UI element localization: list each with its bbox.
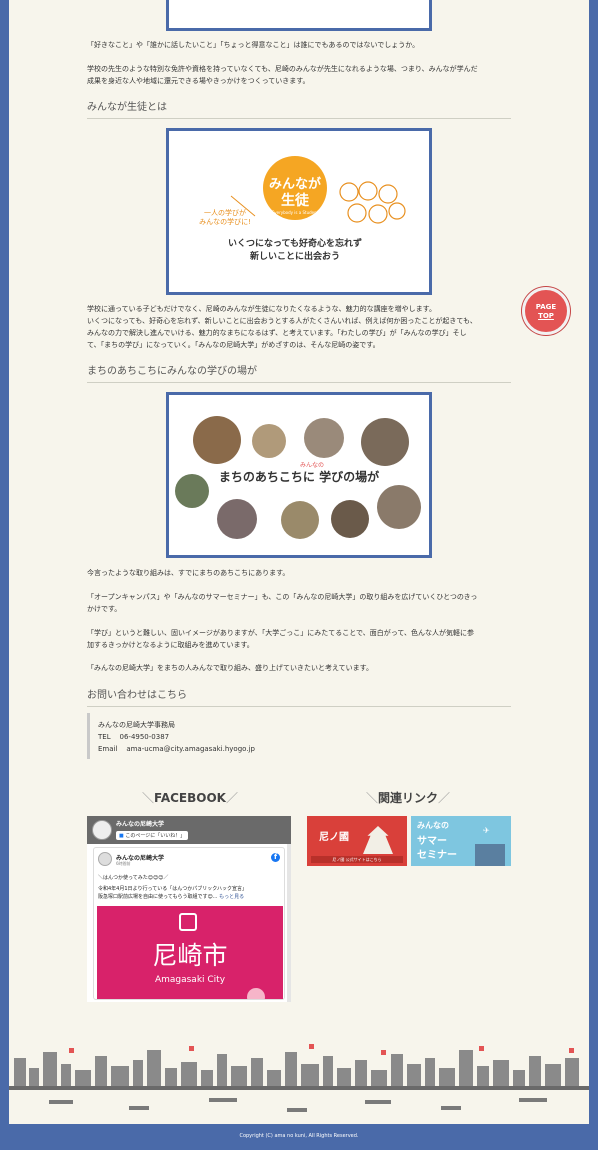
slash-left-icon-2: ＼: [365, 791, 378, 805]
badge-line1: みんなが: [269, 176, 321, 192]
fb-scrollbar[interactable]: [287, 844, 291, 1002]
facebook-title-text: FACEBOOK: [154, 791, 226, 805]
slash-right-icon-2: ／: [438, 791, 451, 805]
town-text-1: 今言ったような取り組みは、すでにまちのあちこちにあります。: [87, 569, 290, 577]
contact-tel-label: TEL: [98, 733, 111, 741]
fb-page-name[interactable]: みんなの尼崎大学: [116, 819, 164, 828]
amanokuni-sub: 尼ノ國 公式サイトはこちら: [311, 856, 403, 863]
students-figure: みんなが 生徒 Everybody is a Student 一人の学びが みん…: [166, 128, 432, 295]
fb-post-time: 6時間前: [116, 861, 131, 866]
intro-text-1: 「好きなこと」や「誰かに話したいこと」「ちょっと得意なこと」は誰にでもあるのでは…: [87, 41, 420, 49]
contact-tel-row: TEL 06-4950-0387: [98, 731, 511, 743]
building-icon: [475, 844, 505, 866]
town-skyline-illustration: [9, 1044, 589, 1124]
fb-post-line3: 阪急塚口駅前広場を自由に使ってもらう取組です😊...: [98, 894, 218, 900]
fb-like-label: このページに「いいね！」: [125, 833, 186, 839]
side-text-2: みんなの学びに!: [199, 217, 251, 226]
town-text-2b: かけです。: [87, 605, 122, 613]
summer-seminar-banner[interactable]: みんなの サマー セミナー ✈: [411, 816, 511, 866]
slash-left-icon: ＼: [142, 791, 155, 805]
page-top-l1: PAGE: [535, 303, 557, 311]
fb-like-button[interactable]: ■ このページに「いいね！」: [116, 831, 189, 840]
fb-more-link[interactable]: もっと見る: [219, 894, 244, 900]
fb-post-line1: ＼はんつか使ってみた😊😊😊／: [98, 875, 169, 881]
copyright-text: Copyright (C) ama no kuni, All Rights Re…: [239, 1133, 359, 1139]
students-text-2: いくつになっても、好奇心を忘れず、新しいことに出会おうとする人がたくさんいれば、…: [87, 317, 477, 325]
city-emblem-icon: [179, 913, 197, 931]
section-heading-contact: お問い合わせはこちら: [87, 686, 511, 707]
students-text-4: て、「まちの学び」になっていく。「みんなの尼崎大学」がめざすのは、そんな尼崎の姿…: [87, 341, 380, 349]
fb-city-en: Amagasaki City: [154, 975, 226, 985]
fb-page-logo: [92, 820, 112, 840]
town-illustration: みんなの まちのあちこちに 学びの場が: [175, 416, 421, 539]
links-title: ＼関連リンク／: [358, 789, 458, 806]
fb-like-icon: ■: [119, 833, 124, 839]
fb-post: みんなの尼崎大学 6時間前 f ＼はんつか使ってみた😊😊😊／ 令和4年4月1日よ…: [93, 847, 285, 1000]
town-title-small: みんなの: [300, 462, 324, 469]
contact-email-link[interactable]: ama-ucma@city.amagasaki.hyogo.jp: [126, 745, 255, 753]
town-title: まちのあちこちに 学びの場が: [219, 469, 379, 484]
plane-icon: ✈: [483, 826, 490, 835]
castle-icon: [363, 826, 393, 854]
badge-sub: Everybody is a Student: [272, 210, 319, 215]
fb-post-avatar: [98, 852, 112, 866]
figure-caption-1: いくつになっても好奇心を忘れず: [228, 237, 362, 249]
side-text-1: 一人の学びが: [204, 208, 246, 217]
facebook-title: ＼FACEBOOK／: [140, 789, 240, 806]
fb-post-line2: 令和4年4月1日より行っている「はんつかパブリックハック宣言」: [98, 886, 247, 892]
contact-box: みんなの尼崎大学事務局 TEL 06-4950-0387 Email ama-u…: [87, 713, 511, 759]
section-heading-town: まちのあちこちにみんなの学びの場が: [87, 362, 511, 383]
facebook-widget[interactable]: みんなの尼崎大学 ■ このページに「いいね！」 みんなの尼崎大学 6時間前 f …: [87, 816, 291, 1002]
students-text-1: 学校に通っている子どもだけでなく、尼崎のみんなが生徒になりたくなるような、魅力的…: [87, 305, 436, 313]
town-text-3b: 加するきっかけとなるように取組みを進めています。: [87, 641, 254, 649]
badge-line2: 生徒: [281, 192, 310, 209]
town-text-4: 「みんなの尼崎大学」をまちの人みんなで取り組み、盛り上げていきたいと考えています…: [87, 664, 373, 672]
figure-caption-2: 新しいことに出会おう: [250, 250, 340, 262]
students-illustration: みんなが 生徒 Everybody is a Student 一人の学びが みん…: [199, 156, 406, 262]
contact-tel[interactable]: 06-4950-0387: [120, 733, 170, 741]
fb-post-image[interactable]: 尼崎市 Amagasaki City: [97, 906, 283, 999]
students-text-3: みんなの力で解決し進んでいける、魅力的なまちになるはず、と考えています。「わたし…: [87, 329, 467, 337]
seminar-line2: サマー: [417, 836, 447, 847]
intro-text-2a: 学校の先生のような特別な免許や資格を持っていなくても、尼崎のみんなが先生になれる…: [87, 65, 478, 73]
contact-email-row: Email ama-ucma@city.amagasaki.hyogo.jp: [98, 743, 511, 755]
fb-cover: みんなの尼崎大学 ■ このページに「いいね！」: [87, 816, 291, 844]
flower-icon: [247, 988, 265, 999]
fb-post-line3-row: 阪急塚口駅前広場を自由に使ってもらう取組です😊... もっと見る: [98, 893, 244, 900]
contact-org: みんなの尼崎大学事務局: [98, 721, 175, 729]
town-figure: みんなの まちのあちこちに 学びの場が: [166, 392, 432, 558]
facebook-icon: f: [271, 853, 280, 862]
seminar-line1: みんなの: [417, 821, 449, 830]
intro-text-2b: 成果を身近な人や地域に還元できる場やきっかけをつくっていきます。: [87, 77, 310, 85]
town-text-3a: 「学び」というと難しい、固いイメージがありますが、「大学ごっこ」にみたてることで…: [87, 629, 475, 637]
town-text-2a: 「オープンキャンパス」や「みんなのサマーセミナー」も、この「みんなの尼崎大学」の…: [87, 593, 478, 601]
amanokuni-logo: 尼ノ國: [319, 832, 349, 843]
amanokuni-banner[interactable]: 尼ノ國 尼ノ國 公式サイトはこちら: [307, 816, 407, 866]
page-top-l2: TOP: [538, 312, 554, 320]
links-title-text: 関連リンク: [377, 791, 438, 805]
fb-city-name: 尼崎市: [152, 941, 228, 970]
section-heading-students: みんなが生徒とは: [87, 98, 511, 119]
kids-illustration-icon: [339, 181, 406, 224]
contact-email-label: Email: [98, 745, 118, 753]
page-top-button[interactable]: PAGE TOP: [522, 287, 570, 335]
seminar-line3: セミナー: [417, 850, 457, 861]
top-figure: [166, 0, 432, 31]
slash-right-icon: ／: [225, 791, 238, 805]
